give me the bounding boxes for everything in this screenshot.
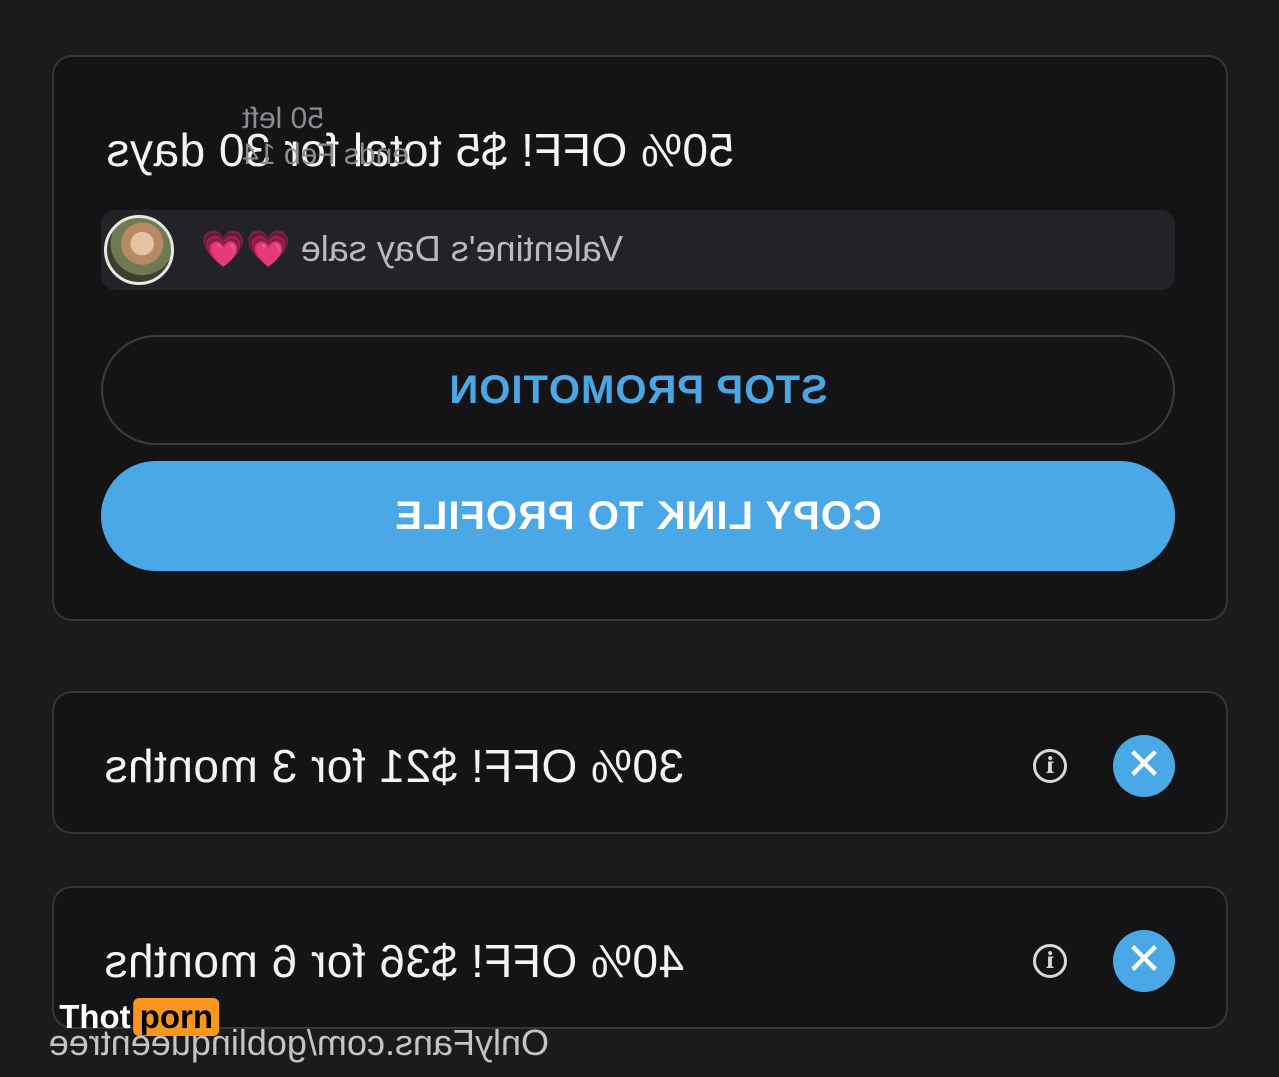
site-logo: Thot porn bbox=[59, 998, 219, 1036]
bundle-title: 30% OFF! $21 for 3 months bbox=[104, 740, 685, 792]
active-promotion-card: 50% OFF! $5 total for 30 days 50 left en… bbox=[52, 55, 1228, 621]
bundle-title: 40% OFF! $36 for 6 months bbox=[104, 935, 685, 987]
stop-promotion-button[interactable]: STOP PROMOTION bbox=[101, 335, 1175, 445]
bundle-card-6-months: 40% OFF! $36 for 6 months i ✕ bbox=[52, 886, 1228, 1029]
copy-link-button[interactable]: COPY LINK TO PROFILE bbox=[101, 461, 1175, 571]
promotion-meta: 50 left ends Feb 14 bbox=[242, 101, 409, 173]
close-icon[interactable]: ✕ bbox=[1113, 735, 1175, 797]
promotion-remaining: 50 left bbox=[242, 102, 324, 135]
promotion-expiry: ends Feb 14 bbox=[242, 138, 409, 171]
logo-part-1: Thot bbox=[59, 998, 131, 1035]
bundle-card-3-months: 30% OFF! $21 for 3 months i ✕ bbox=[52, 691, 1228, 834]
avatar bbox=[104, 215, 174, 285]
promotion-message: Valentine's Day sale 💗💗 bbox=[101, 210, 1175, 290]
promotion-message-text: Valentine's Day sale bbox=[300, 228, 624, 269]
info-icon[interactable]: i bbox=[1033, 749, 1067, 783]
close-icon[interactable]: ✕ bbox=[1113, 930, 1175, 992]
info-icon[interactable]: i bbox=[1033, 944, 1067, 978]
promotion-title: 50% OFF! $5 total for 30 days bbox=[106, 124, 735, 176]
heart-emoji: 💗💗 bbox=[201, 228, 291, 269]
mirrored-screen: 50% OFF! $5 total for 30 days 50 left en… bbox=[0, 0, 1279, 1077]
logo-part-2: porn bbox=[133, 998, 219, 1036]
